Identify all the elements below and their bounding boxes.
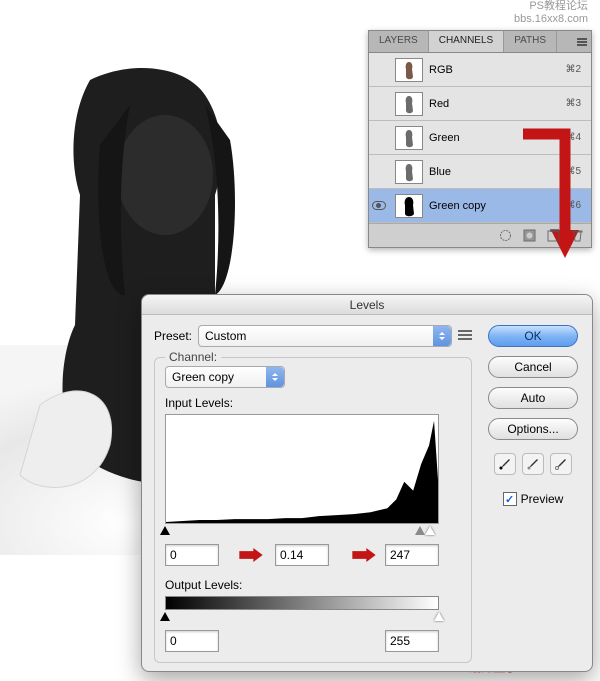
input-slider[interactable] [165, 526, 439, 536]
channel-shortcut: ⌘6 [565, 200, 581, 211]
channel-shortcut: ⌘3 [565, 98, 581, 109]
channel-row-rgb[interactable]: RGB ⌘2 [369, 53, 591, 87]
gray-point-eyedropper[interactable] [522, 453, 544, 475]
midtone-input[interactable] [275, 544, 329, 566]
preset-menu-button[interactable] [458, 330, 472, 342]
channel-group: Channel: Green copy Input Levels: [154, 357, 472, 663]
output-low-handle[interactable] [160, 612, 170, 621]
channel-shortcut: ⌘2 [565, 64, 581, 75]
annotation-arrow-icon [350, 548, 378, 562]
highlight-input[interactable] [385, 544, 439, 566]
auto-button[interactable]: Auto [488, 387, 578, 409]
preset-select[interactable]: Custom [198, 325, 452, 347]
channel-row-red[interactable]: Red ⌘3 [369, 87, 591, 121]
shadow-slider-handle[interactable] [160, 526, 170, 535]
channel-thumb [395, 160, 423, 184]
delete-channel-icon[interactable] [569, 228, 585, 244]
preview-checkbox[interactable]: ✓ [503, 492, 517, 506]
channel-label: Red [429, 98, 565, 110]
panel-footer [369, 223, 591, 247]
panel-menu-button[interactable] [573, 31, 591, 52]
output-gradient [165, 596, 439, 610]
chevron-updown-icon [266, 367, 284, 387]
tab-channels[interactable]: CHANNELS [429, 31, 504, 52]
output-slider[interactable] [165, 612, 439, 622]
save-selection-icon[interactable] [521, 228, 537, 244]
channel-thumb [395, 58, 423, 82]
options-button[interactable]: Options... [488, 418, 578, 440]
annotation-arrow-icon [237, 548, 265, 562]
visibility-toggle[interactable] [369, 201, 389, 210]
levels-dialog: Levels Preset: Custom Channel: Green cop… [141, 294, 593, 672]
eye-icon [372, 201, 386, 210]
channel-label: Green [429, 132, 565, 144]
eyedropper-group [494, 453, 572, 475]
channel-row-blue[interactable]: Blue ⌘5 [369, 155, 591, 189]
output-high-handle[interactable] [434, 612, 444, 621]
cancel-button[interactable]: Cancel [488, 356, 578, 378]
highlight-slider-handle[interactable] [425, 526, 435, 535]
preset-label: Preset: [154, 329, 192, 343]
channel-thumb [395, 126, 423, 150]
dialog-title: Levels [142, 295, 592, 315]
channel-legend: Channel: [165, 350, 221, 364]
shadow-input[interactable] [165, 544, 219, 566]
channel-list: RGB ⌘2 Red ⌘3 Green ⌘4 Blue ⌘5 Green cop… [369, 53, 591, 223]
output-levels-label: Output Levels: [165, 578, 461, 592]
watermark-top: PS教程论坛 bbs.16xx8.com [514, 0, 588, 26]
channel-label: Green copy [429, 200, 565, 212]
black-point-eyedropper[interactable] [494, 453, 516, 475]
midtone-slider-handle[interactable] [415, 526, 425, 535]
channel-label: Blue [429, 166, 565, 178]
preview-label: Preview [521, 492, 564, 506]
channel-shortcut: ⌘4 [565, 132, 581, 143]
output-high-input[interactable] [385, 630, 439, 652]
tab-layers[interactable]: LAYERS [369, 31, 429, 52]
load-selection-icon[interactable] [497, 228, 513, 244]
channel-select[interactable]: Green copy [165, 366, 285, 388]
input-levels-label: Input Levels: [165, 396, 461, 410]
ok-button[interactable]: OK [488, 325, 578, 347]
channel-row-green-copy[interactable]: Green copy ⌘6 [369, 189, 591, 223]
tab-paths[interactable]: PATHS [504, 31, 557, 52]
histogram [165, 414, 439, 524]
channel-select-value: Green copy [172, 370, 234, 384]
preset-value: Custom [205, 329, 246, 343]
output-low-input[interactable] [165, 630, 219, 652]
white-point-eyedropper[interactable] [550, 453, 572, 475]
channel-shortcut: ⌘5 [565, 166, 581, 177]
channel-thumb [395, 194, 423, 218]
channel-thumb [395, 92, 423, 116]
new-channel-icon[interactable] [545, 228, 561, 244]
channel-row-green[interactable]: Green ⌘4 [369, 121, 591, 155]
channels-panel: LAYERS CHANNELS PATHS RGB ⌘2 Red ⌘3 Gree… [368, 30, 592, 248]
chevron-updown-icon [433, 326, 451, 346]
channel-label: RGB [429, 64, 565, 76]
